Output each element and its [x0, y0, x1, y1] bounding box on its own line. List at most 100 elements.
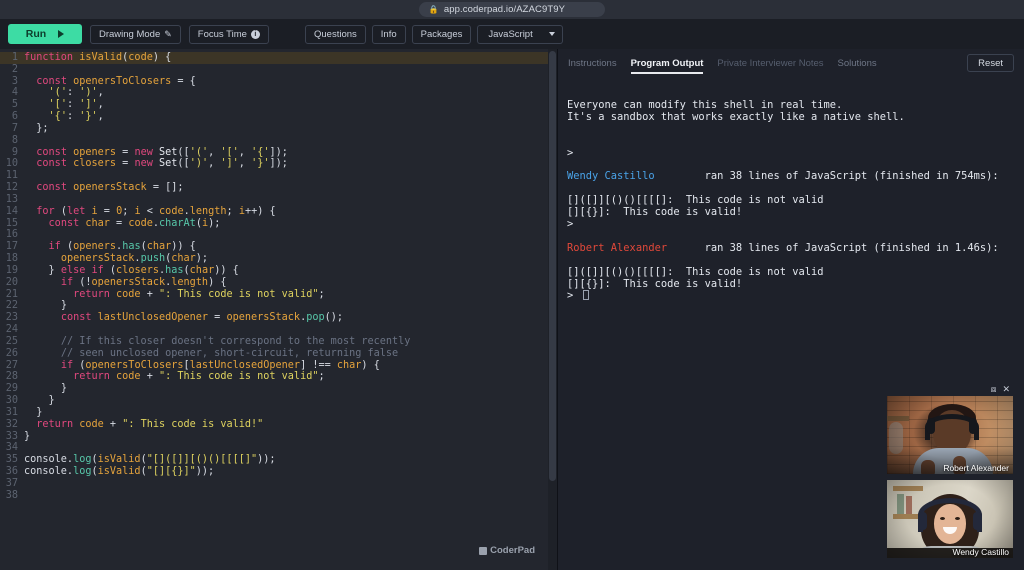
language-button[interactable]: JavaScript	[477, 24, 543, 44]
packages-label: Packages	[420, 28, 463, 40]
code-line[interactable]: 15 const char = code.charAt(i);	[0, 218, 557, 230]
code-line[interactable]: 22 }	[0, 300, 557, 312]
code-line[interactable]: 21 return code + ": This code is not val…	[0, 289, 557, 301]
coderpad-app: 🔒 app.coderpad.io/AZAC9T9Y Run Drawing M…	[0, 0, 1024, 570]
code-line[interactable]: 1 function isValid(code) {	[0, 52, 557, 64]
packages-button[interactable]: Packages	[411, 24, 472, 44]
console-run-text: ran 38 lines of JavaScript (finished in …	[667, 241, 999, 254]
run-button[interactable]: Run	[8, 24, 82, 44]
code-line[interactable]: 2	[0, 64, 557, 76]
main-area: 1 function isValid(code) {2 3 const opener…	[0, 49, 1024, 570]
questions-button[interactable]: Questions	[305, 24, 366, 44]
line-number: 11	[5, 170, 18, 182]
code-line[interactable]: 35 console.log(isValid("[]([]][()()[[[[]"…	[0, 454, 557, 466]
code-line[interactable]: 18 openersStack.push(char);	[0, 253, 557, 265]
code-text: // seen unclosed opener, short-circuit, …	[60, 347, 399, 359]
code-line[interactable]: 29 }	[0, 383, 557, 395]
language-selector[interactable]: JavaScript	[477, 24, 563, 44]
code-line[interactable]: 26 // seen unclosed opener, short-circui…	[0, 348, 557, 360]
tab-program-output[interactable]: Program Output	[630, 49, 703, 78]
editor-scrollbar-thumb[interactable]	[549, 51, 556, 481]
code-line[interactable]: 25 // If this closer doesn't correspond …	[0, 336, 557, 348]
code-line[interactable]: 12 const openersStack = [];	[0, 182, 557, 194]
code-text: openersStack.push(char);	[60, 253, 209, 265]
code-line[interactable]: 11	[0, 170, 557, 182]
line-number: 14	[5, 205, 18, 217]
line-number: 15	[5, 217, 18, 229]
code-line[interactable]: 6 '{': '}',	[0, 111, 557, 123]
line-number: 33	[5, 430, 18, 442]
drawing-mode-button[interactable]: Drawing Mode ✎	[90, 24, 181, 44]
line-number: 10	[5, 158, 18, 170]
code-line[interactable]: 33}	[0, 431, 557, 443]
line-number: 20	[5, 276, 18, 288]
code-line[interactable]: 9 const openers = new Set(['(', '[', '{'…	[0, 147, 557, 159]
line-number: 13	[5, 193, 18, 205]
video-panel-controls: ⧈ ✕	[887, 384, 1013, 396]
code-text: }	[48, 395, 55, 407]
console-run-author: Wendy Castillo	[567, 170, 655, 183]
focus-time-button[interactable]: Focus Time i	[188, 24, 269, 44]
line-number: 5	[11, 99, 18, 111]
line-number: 21	[5, 288, 18, 300]
tab-solutions[interactable]: Solutions	[838, 49, 877, 78]
video-panel: ⧈ ✕ Robert Alexander Wendy Castillo	[887, 384, 1013, 558]
code-line[interactable]: 31 }	[0, 407, 557, 419]
line-number: 37	[5, 477, 18, 489]
language-label: JavaScript	[488, 28, 533, 40]
focus-time-label: Focus Time	[197, 28, 247, 40]
editor-scrollbar[interactable]	[548, 49, 557, 570]
code-line[interactable]: 17 if (openers.has(char)) {	[0, 241, 557, 253]
code-line[interactable]: 20 if (!openersStack.length) {	[0, 277, 557, 289]
video-tile-wendy-castillo[interactable]: Wendy Castillo	[887, 480, 1013, 558]
tab-private-interviewer-notes[interactable]: Private Interviewer Notes	[717, 49, 823, 78]
code-text: }	[60, 300, 67, 312]
code-line[interactable]: 24	[0, 324, 557, 336]
console-prompt: >	[567, 146, 574, 159]
tab-instructions[interactable]: Instructions	[568, 49, 617, 78]
code-line[interactable]: 37	[0, 478, 557, 490]
line-number: 30	[5, 395, 18, 407]
console-prompt-cursor[interactable]: >	[567, 290, 1024, 302]
code-text: for (let i = 0; i < code.length; i++) {	[36, 205, 276, 217]
code-line[interactable]: 4 '(': ')',	[0, 87, 557, 99]
video-tile-robert-alexander[interactable]: Robert Alexander	[887, 396, 1013, 474]
close-icon[interactable]: ✕	[1002, 385, 1010, 394]
code-text: };	[36, 122, 49, 134]
code-line[interactable]: 16	[0, 229, 557, 241]
line-number: 3	[11, 75, 18, 87]
console-text-line: []([]][()()[[[[]: This code is not valid	[567, 265, 824, 278]
code-line[interactable]: 30 }	[0, 395, 557, 407]
code-line[interactable]: 23 const lastUnclosedOpener = openersSta…	[0, 312, 557, 324]
code-line[interactable]: 19 } else if (closers.has(char)) {	[0, 265, 557, 277]
code-line[interactable]: 8	[0, 135, 557, 147]
code-line[interactable]: 5 '[': ']',	[0, 99, 557, 111]
code-line[interactable]: 36 console.log(isValid("[][{}]"));	[0, 466, 557, 478]
code-text: const char = code.charAt(i);	[48, 217, 221, 229]
play-icon	[58, 30, 65, 38]
code-line[interactable]: 3 const openersToClosers = {	[0, 76, 557, 88]
code-line[interactable]: 13	[0, 194, 557, 206]
code-line[interactable]: 14 for (let i = 0; i < code.length; i++)…	[0, 206, 557, 218]
console-text-line: [][{}]: This code is valid!	[567, 206, 743, 219]
info-button[interactable]: Info	[371, 24, 406, 44]
code-line[interactable]: 28 return code + ": This code is not val…	[0, 371, 557, 383]
code-editor-pane[interactable]: 1 function isValid(code) {2 3 const opener…	[0, 49, 557, 570]
reset-button[interactable]: Reset	[967, 54, 1014, 72]
line-number: 31	[5, 406, 18, 418]
line-number: 4	[11, 87, 18, 99]
code-line[interactable]: 27 if (openersToClosers[lastUnclosedOpen…	[0, 360, 557, 372]
code-line[interactable]: 32 return code + ": This code is valid!"	[0, 419, 557, 431]
code-line[interactable]: 7 };	[0, 123, 557, 135]
expand-icon[interactable]: ⧈	[991, 385, 997, 394]
line-number: 38	[5, 489, 18, 501]
code-line[interactable]: 38	[0, 490, 557, 502]
console-run-author: Robert Alexander	[567, 241, 668, 254]
language-dropdown-button[interactable]	[542, 24, 563, 44]
address-bar[interactable]: 🔒 app.coderpad.io/AZAC9T9Y	[418, 2, 606, 17]
code-line[interactable]: 10 const closers = new Set([')', ']', '}…	[0, 158, 557, 170]
code-line[interactable]: 34	[0, 442, 557, 454]
code-editor[interactable]: 1 function isValid(code) {2 3 const opener…	[0, 49, 557, 501]
chevron-down-icon	[549, 32, 556, 36]
code-text: '{': '}',	[48, 111, 104, 123]
